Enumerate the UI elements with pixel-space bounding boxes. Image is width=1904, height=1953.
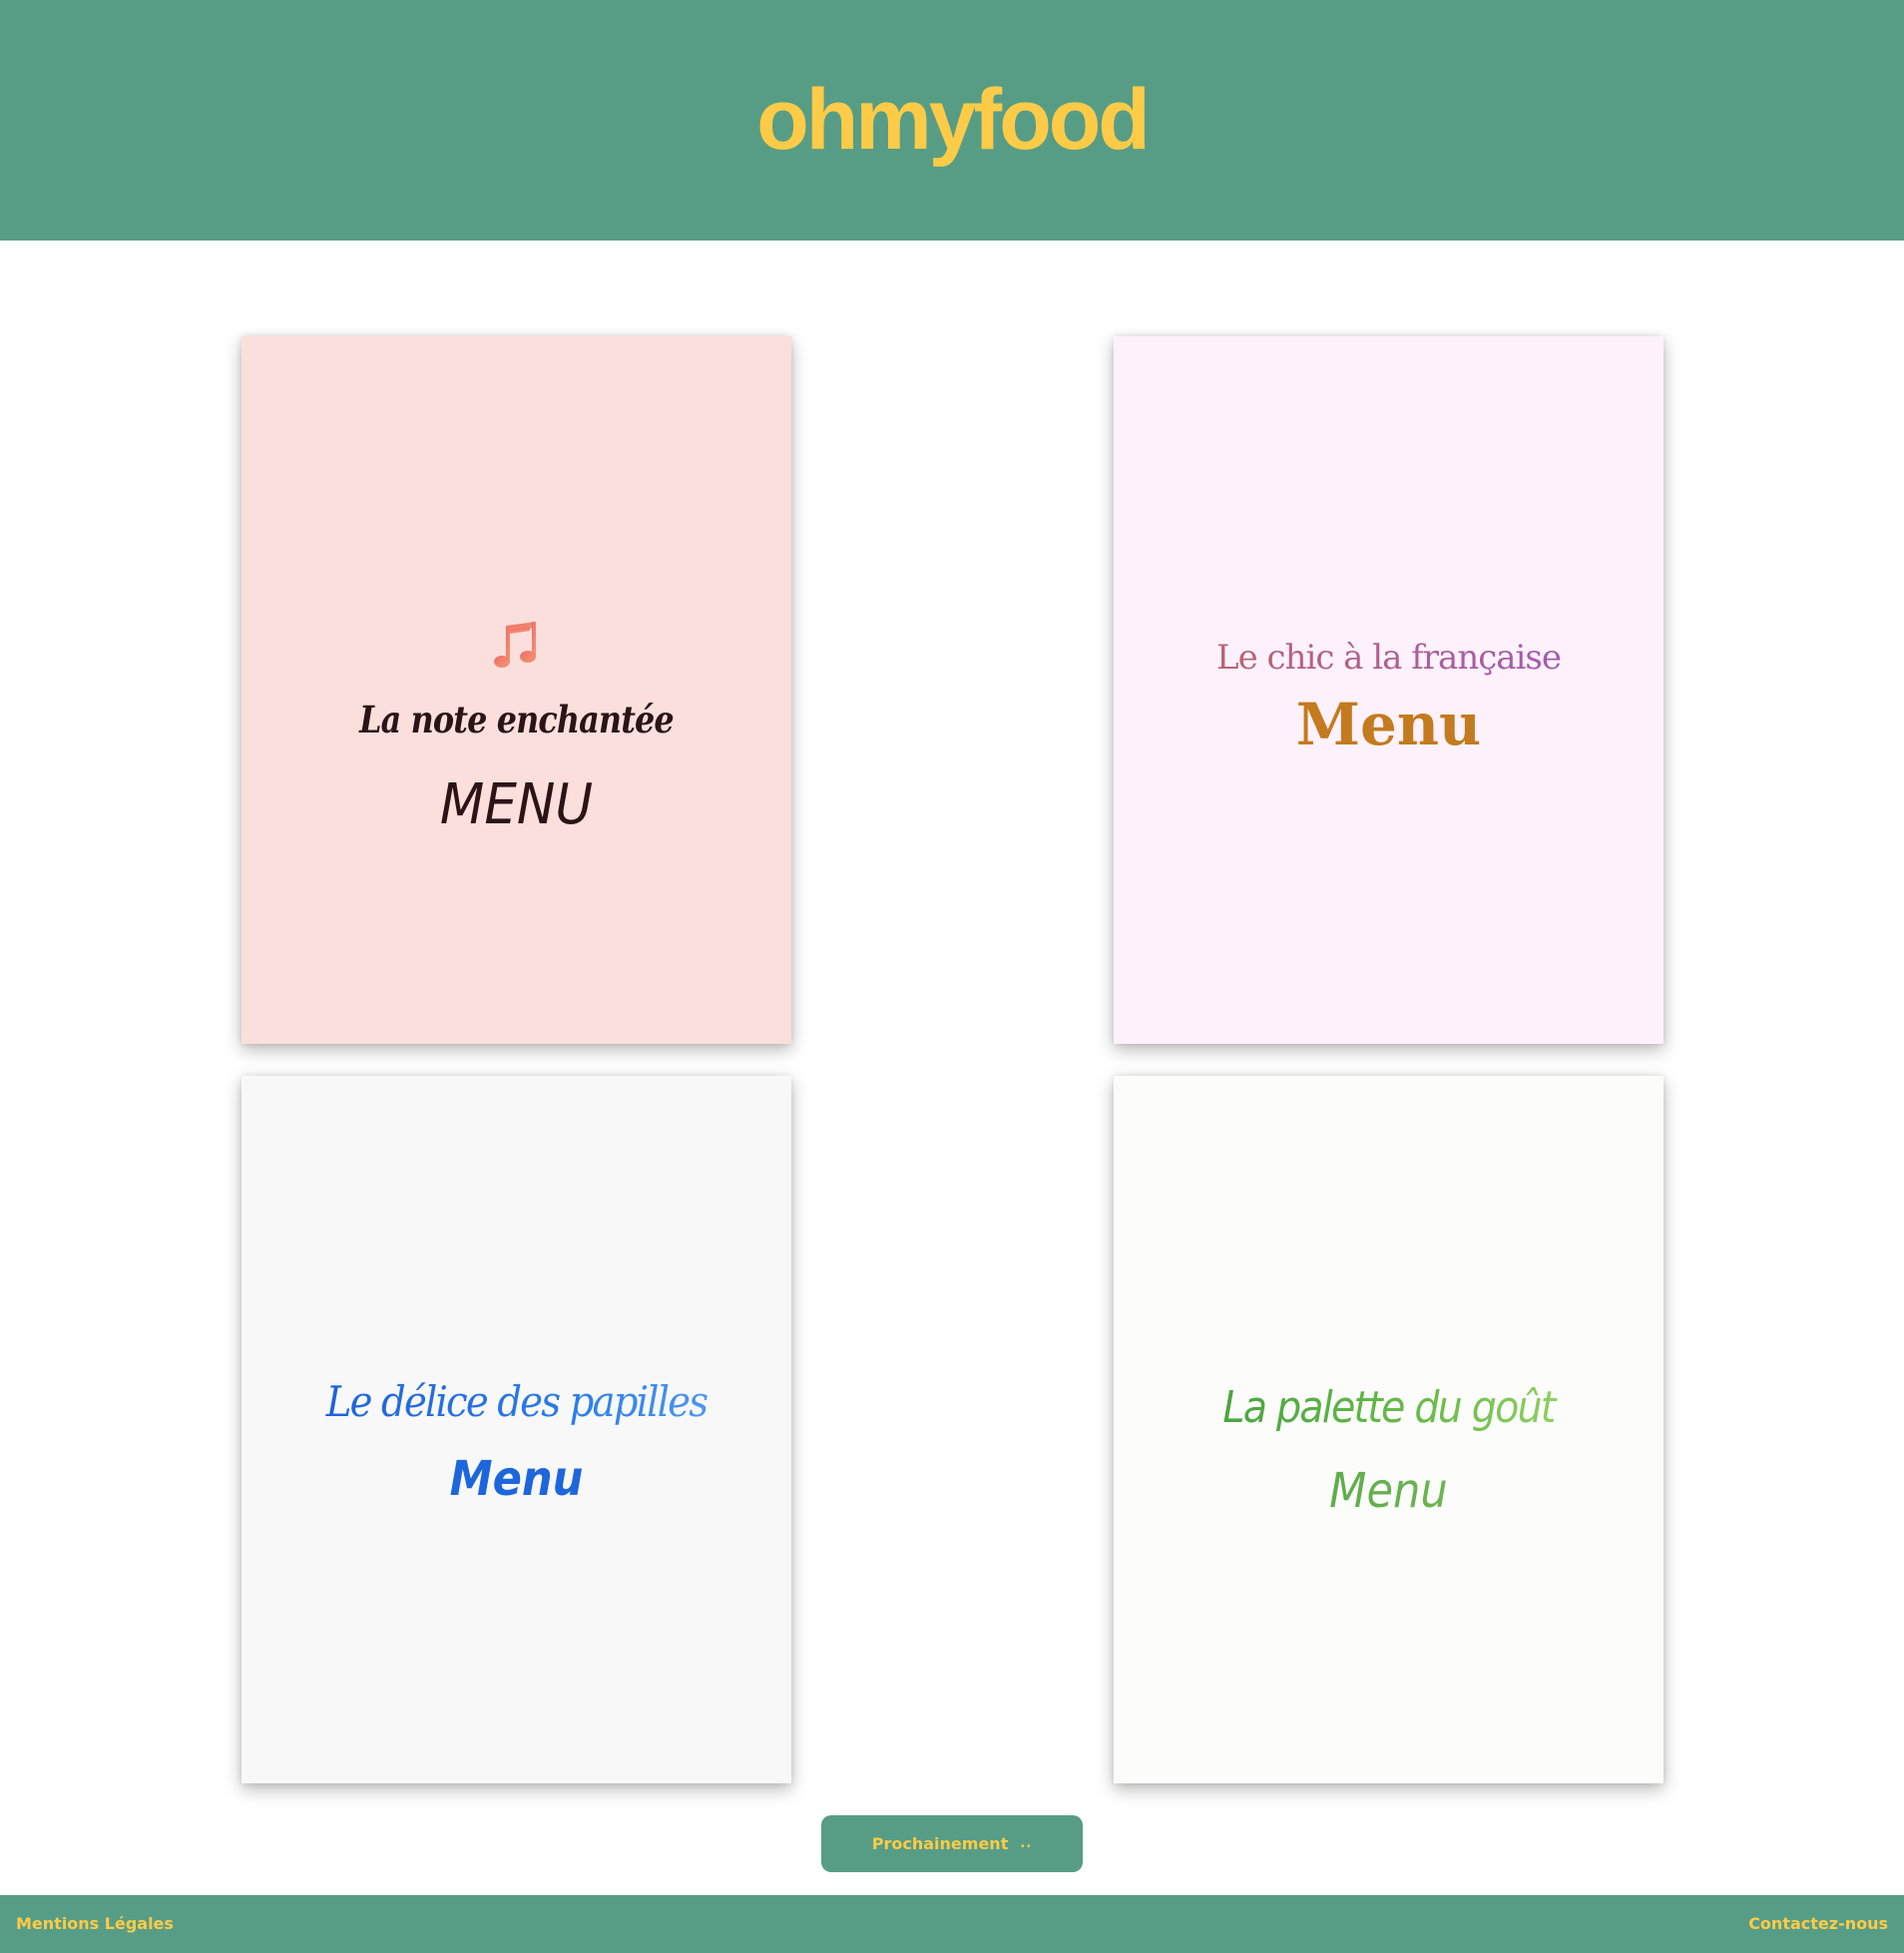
header: ohmyfood [0, 0, 1904, 241]
card-menu-label: Menu [1295, 691, 1482, 758]
menu-card-la-palette-du-gout[interactable]: La palette du goût Menu [1114, 1076, 1664, 1783]
card-title: La palette du goût [1142, 1382, 1637, 1433]
menu-card-le-delice-des-papilles[interactable]: Le délice des papilles Menu [241, 1076, 791, 1783]
card-menu-label: Menu [1142, 1463, 1637, 1519]
card-title: Le délice des papilles [263, 1377, 769, 1426]
legal-notice-link[interactable]: Mentions Légales [16, 1895, 174, 1953]
menu-card-le-chic-a-la-francaise[interactable]: Le chic à la française Menu [1114, 336, 1664, 1044]
card-title: La note enchantée [359, 698, 675, 741]
contact-link[interactable]: Contactez-nous [1748, 1895, 1888, 1953]
footer: Mentions Légales Contactez-nous [0, 1895, 1904, 1953]
menu-card-la-note-enchantee[interactable]: La note enchantée MENU [241, 336, 791, 1044]
card-title: Le chic à la française [1114, 638, 1664, 678]
card-menu-label: Menu [449, 1451, 584, 1507]
music-note-icon [241, 618, 791, 678]
card-menu-label: MENU [439, 772, 594, 837]
logo[interactable]: ohmyfood [0, 70, 1904, 170]
coming-soon-button[interactable]: Prochainement .. [821, 1815, 1083, 1872]
coming-soon-label: Prochainement [871, 1834, 1009, 1853]
coming-soon-dots: .. [1020, 1836, 1033, 1851]
